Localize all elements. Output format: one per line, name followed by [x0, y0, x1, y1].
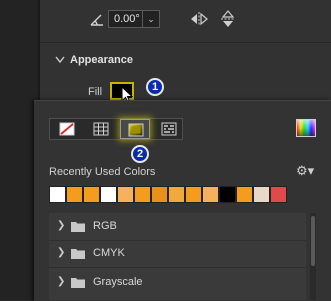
- rotation-value: 0.00°: [114, 13, 140, 25]
- folder-row-grayscale[interactable]: ❯ Grayscale: [49, 270, 306, 296]
- flip-vertical-icon[interactable]: [220, 10, 236, 28]
- chevron-down-icon[interactable]: ⌄: [142, 11, 159, 27]
- flip-horizontal-icon[interactable]: [190, 11, 208, 27]
- chevron-right-icon[interactable]: ❯: [57, 276, 65, 287]
- row-divider: [49, 267, 306, 268]
- swatches-grid-icon: [93, 122, 109, 136]
- recent-swatch[interactable]: [134, 186, 151, 203]
- recent-swatch[interactable]: [100, 186, 117, 203]
- recent-swatch[interactable]: [168, 186, 185, 203]
- properties-panel: [40, 0, 331, 100]
- color-spectrum-button[interactable]: [296, 119, 316, 137]
- pattern-icon: [161, 122, 177, 136]
- folder-row-rgb[interactable]: ❯ RGB: [49, 214, 306, 240]
- folder-label: Grayscale: [93, 276, 143, 288]
- tab-none[interactable]: [52, 119, 82, 139]
- recent-swatch[interactable]: [202, 186, 219, 203]
- section-divider: [40, 42, 331, 43]
- recent-swatch[interactable]: [185, 186, 202, 203]
- recent-swatch[interactable]: [253, 186, 270, 203]
- recent-colors-row: [49, 186, 287, 203]
- recent-swatch[interactable]: [151, 186, 168, 203]
- chevron-right-icon[interactable]: ❯: [57, 247, 65, 258]
- folder-row-cmyk[interactable]: ❯ CMYK: [49, 241, 306, 267]
- tab-swatches[interactable]: [86, 119, 116, 139]
- gear-icon[interactable]: ⚙▾: [296, 164, 314, 178]
- chevron-right-icon[interactable]: ❯: [57, 220, 65, 231]
- folder-label: RGB: [93, 220, 117, 232]
- folder-icon: [71, 222, 85, 232]
- fill-label: Fill: [88, 86, 103, 98]
- folder-icon: [71, 249, 85, 259]
- recent-swatch[interactable]: [219, 186, 236, 203]
- recent-colors-title: Recently Used Colors: [49, 166, 156, 178]
- angle-icon: [90, 14, 103, 26]
- rotation-input[interactable]: 0.00° ⌄: [108, 10, 160, 28]
- step-badge-1: 1: [146, 78, 164, 96]
- none-fill-icon: [59, 122, 75, 136]
- recent-swatch[interactable]: [270, 186, 287, 203]
- gradient-icon: [128, 123, 144, 137]
- tab-pattern[interactable]: [154, 119, 184, 139]
- recent-swatch[interactable]: [236, 186, 253, 203]
- recent-swatch[interactable]: [66, 186, 83, 203]
- chevron-down-icon[interactable]: [55, 56, 65, 64]
- recent-swatch[interactable]: [83, 186, 100, 203]
- recent-swatch[interactable]: [117, 186, 134, 203]
- folder-label: CMYK: [93, 247, 125, 259]
- recent-swatch[interactable]: [49, 186, 66, 203]
- scrollbar-thumb[interactable]: [311, 216, 315, 266]
- tab-gradient[interactable]: [120, 119, 150, 139]
- step-badge-2: 2: [131, 145, 149, 163]
- section-title-appearance[interactable]: Appearance: [70, 54, 133, 66]
- folder-icon: [71, 278, 85, 288]
